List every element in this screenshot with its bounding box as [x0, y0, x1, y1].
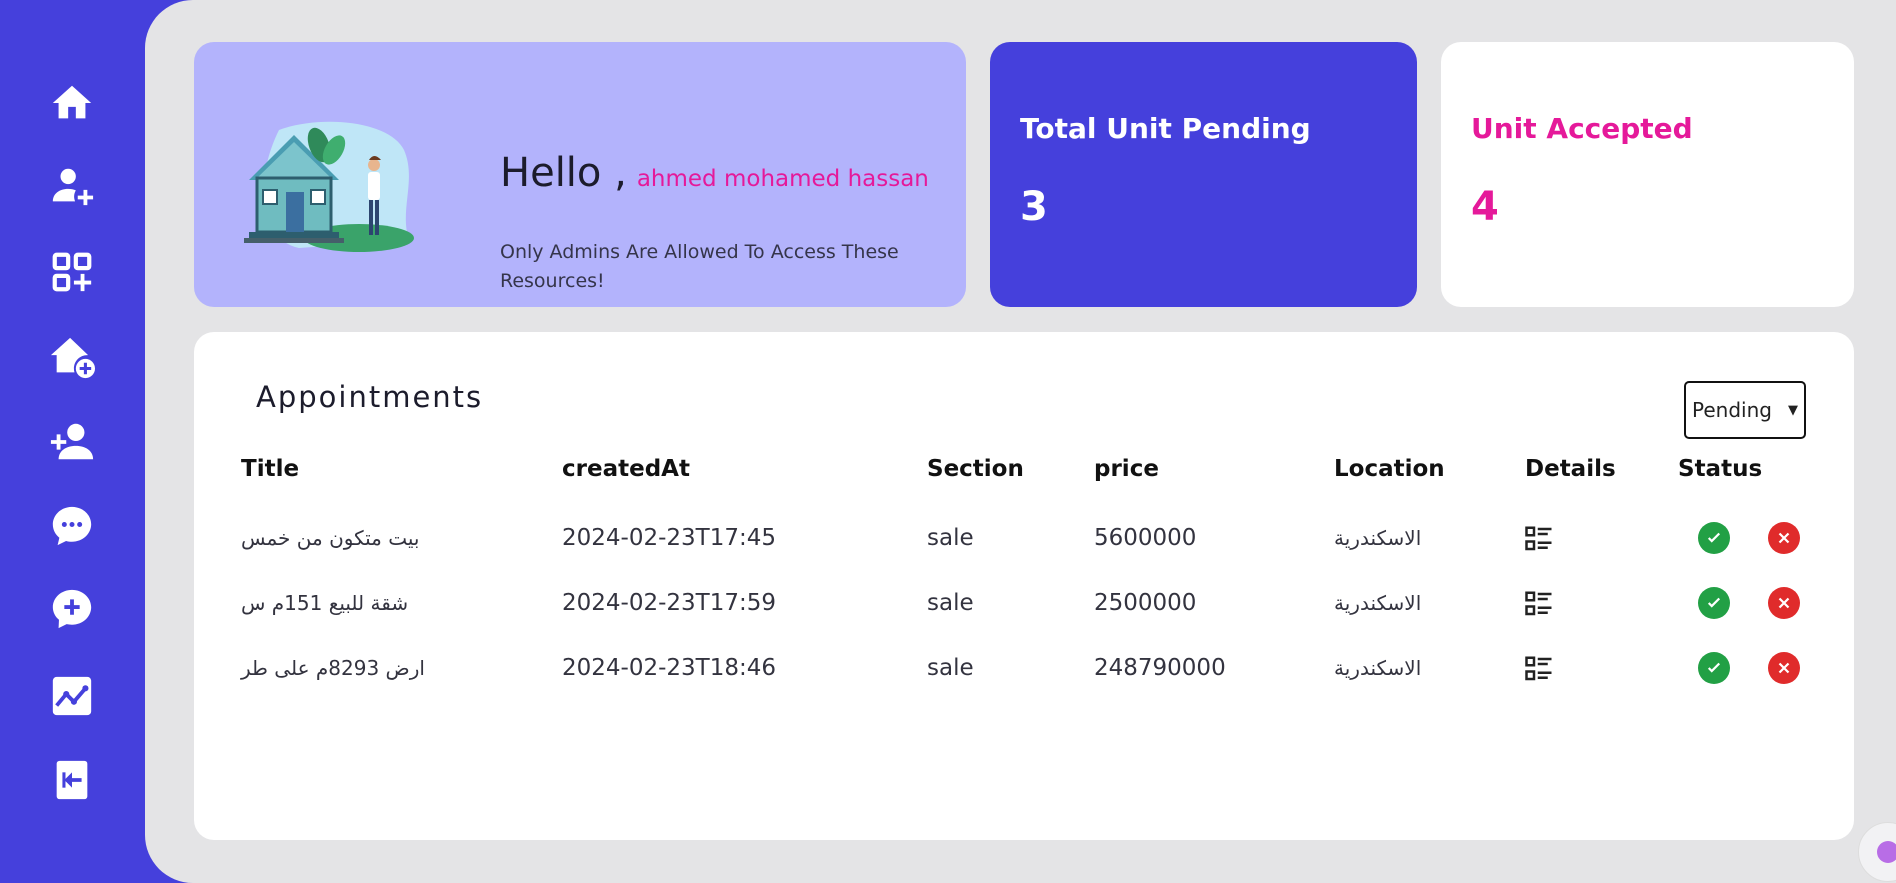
accepted-units-label: Unit Accepted [1471, 112, 1693, 145]
column-header-createdat: createdAt [562, 456, 690, 482]
add-home-icon[interactable] [48, 333, 96, 381]
row-section: sale [927, 655, 974, 681]
add-apps-icon[interactable] [48, 248, 96, 296]
home-icon[interactable] [48, 79, 96, 127]
chevron-down-icon: ▼ [1788, 402, 1798, 418]
assistant-icon [1877, 841, 1896, 863]
table-row: بيت متكون من خمس 2024-02-23T17:45 sale 5… [194, 518, 1854, 558]
welcome-subtitle: Only Admins Are Allowed To Access These … [500, 241, 899, 292]
row-price: 5600000 [1094, 525, 1197, 551]
table-row: شقة للبيع 151م س 2024-02-23T17:59 sale 2… [194, 583, 1854, 623]
greeting-text: Hello , [500, 150, 627, 196]
accept-button[interactable] [1698, 522, 1730, 554]
appointments-title: Appointments [256, 380, 484, 414]
row-location: الاسكندرية [1334, 656, 1422, 680]
appointments-card: Appointments Pending ▼ Title createdAt S… [194, 332, 1854, 840]
row-section: sale [927, 525, 974, 551]
accept-button[interactable] [1698, 587, 1730, 619]
details-icon[interactable] [1524, 654, 1554, 684]
row-title: بيت متكون من خمس [241, 526, 420, 550]
analytics-icon[interactable] [48, 672, 96, 720]
row-location: الاسكندرية [1334, 591, 1422, 615]
row-title: ارض 8293م على طر [241, 656, 425, 680]
reject-button[interactable] [1768, 652, 1800, 684]
add-comment-icon[interactable] [48, 585, 96, 633]
table-row: ارض 8293م على طر 2024-02-23T18:46 sale 2… [194, 648, 1854, 688]
row-title: شقة للبيع 151م س [241, 591, 409, 615]
pending-units-label: Total Unit Pending [1020, 112, 1311, 145]
status-filter-select[interactable]: Pending ▼ [1684, 381, 1806, 439]
column-header-location: Location [1334, 456, 1445, 482]
logout-icon[interactable] [48, 756, 96, 804]
greeting: Hello , ahmed mohamed hassan [500, 150, 929, 196]
check-icon [1707, 597, 1721, 608]
row-price: 2500000 [1094, 590, 1197, 616]
house-illustration [244, 121, 414, 252]
row-createdat: 2024-02-23T17:59 [562, 590, 776, 616]
details-icon[interactable] [1524, 589, 1554, 619]
row-createdat: 2024-02-23T17:45 [562, 525, 776, 551]
pending-units-card: Total Unit Pending 3 [990, 42, 1417, 307]
main-content: Hello , ahmed mohamed hassan Only Admins… [145, 0, 1896, 883]
accepted-units-value: 4 [1471, 184, 1499, 230]
close-icon [1778, 597, 1790, 609]
details-icon[interactable] [1524, 524, 1554, 554]
add-user-icon[interactable] [48, 162, 96, 210]
accept-button[interactable] [1698, 652, 1730, 684]
close-icon [1778, 532, 1790, 544]
check-icon [1707, 532, 1721, 543]
column-header-title: Title [241, 456, 300, 482]
reject-button[interactable] [1768, 522, 1800, 554]
column-header-section: Section [927, 456, 1024, 482]
chat-icon[interactable] [48, 502, 96, 550]
accepted-units-card: Unit Accepted 4 [1441, 42, 1854, 307]
column-header-details: Details [1525, 456, 1616, 482]
row-price: 248790000 [1094, 655, 1226, 681]
row-section: sale [927, 590, 974, 616]
status-filter-value: Pending [1692, 398, 1772, 422]
row-location: الاسكندرية [1334, 526, 1422, 550]
person-add-icon[interactable] [48, 418, 96, 466]
reject-button[interactable] [1768, 587, 1800, 619]
user-name: ahmed mohamed hassan [636, 166, 929, 192]
welcome-card: Hello , ahmed mohamed hassan Only Admins… [194, 42, 966, 307]
sidebar [0, 0, 145, 883]
column-header-status: Status [1678, 456, 1763, 482]
close-icon [1778, 662, 1790, 674]
check-icon [1707, 662, 1721, 673]
column-header-price: price [1094, 456, 1159, 482]
row-createdat: 2024-02-23T18:46 [562, 655, 776, 681]
pending-units-value: 3 [1020, 184, 1048, 230]
